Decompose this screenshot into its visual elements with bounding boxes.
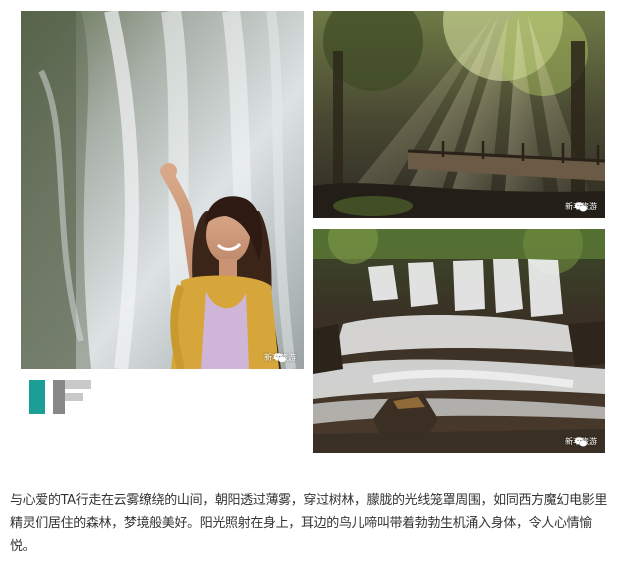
article-caption: 与心爱的TA行走在云雾缭绕的山间，朝阳透过薄雾，穿过树林，朦胧的光线笼罩周围，如… — [10, 493, 608, 554]
wechat-icon — [273, 353, 287, 363]
cascade-image — [313, 229, 605, 453]
watermark: 新丰旅游 — [565, 437, 597, 447]
photo-cascading-waterfall[interactable]: 新丰旅游 — [313, 229, 605, 453]
waterfall-woman-image — [21, 11, 304, 369]
logo-light-bar-top — [65, 380, 91, 389]
wechat-icon — [574, 437, 588, 447]
logo-gray-bar — [53, 380, 65, 414]
watermark: 新丰旅游 — [264, 353, 296, 363]
forest-sunrays-image — [313, 11, 605, 218]
wechat-icon — [574, 202, 588, 212]
logo-teal-bar — [29, 380, 45, 414]
photo-forest-sunrays[interactable]: 新丰旅游 — [313, 11, 605, 218]
logo-light-bar-middle — [65, 393, 83, 401]
decorative-logo-mark — [29, 380, 93, 414]
watermark: 新丰旅游 — [565, 202, 597, 212]
photo-woman-waterfall[interactable]: 新丰旅游 — [21, 11, 304, 369]
